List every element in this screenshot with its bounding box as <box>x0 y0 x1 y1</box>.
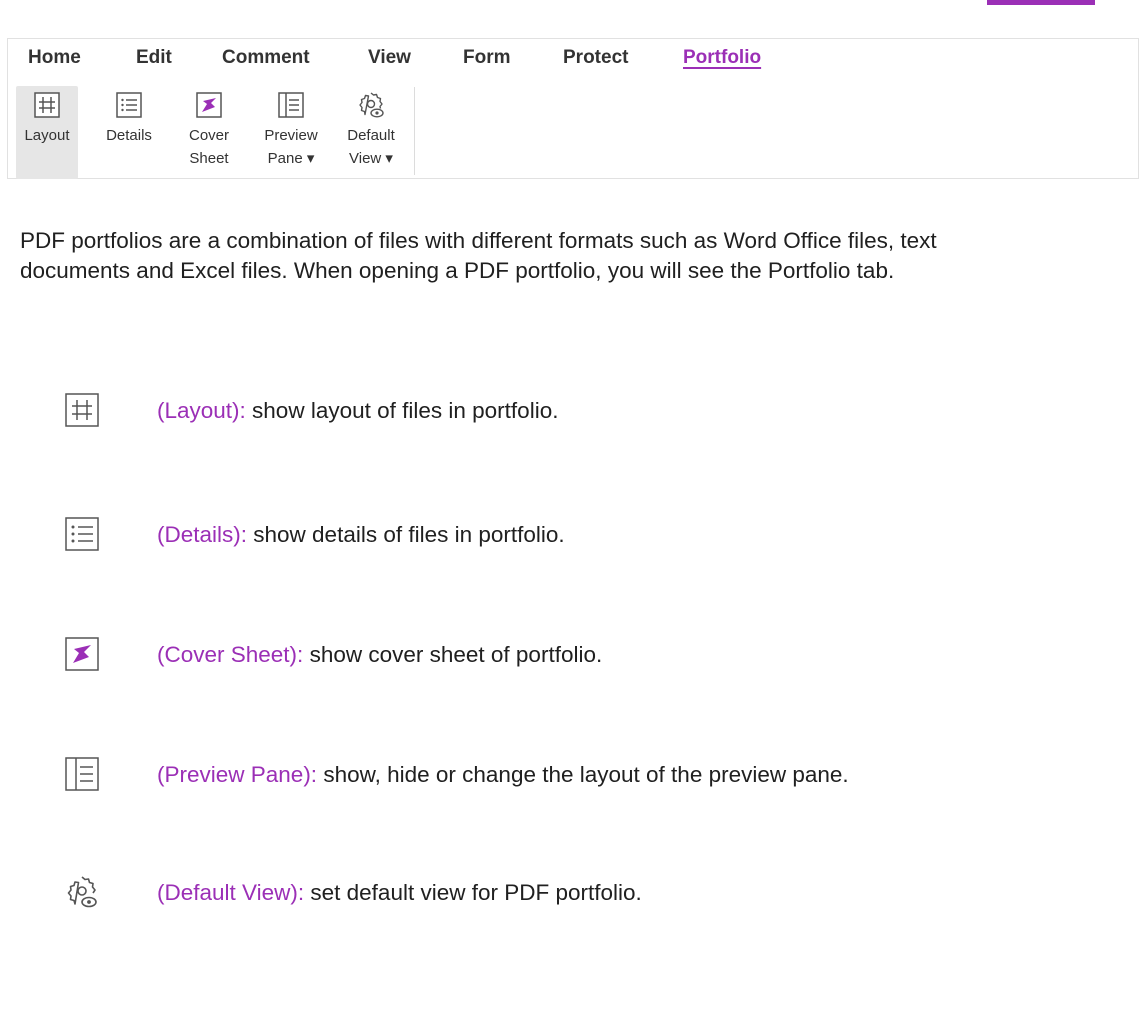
preview-pane-icon <box>278 92 304 118</box>
details-label: Details <box>106 127 152 144</box>
default-view-label: Default View ▾ <box>347 127 395 167</box>
ribbon-tabs: Home Edit Comment View Form Protect Port… <box>8 39 1138 81</box>
cover-sheet-label: Cover Sheet <box>188 127 229 167</box>
tab-home[interactable]: Home <box>28 47 81 69</box>
tab-protect[interactable]: Protect <box>563 47 628 69</box>
term-description: show details of files in portfolio. <box>247 522 565 547</box>
list-item-text: (Preview Pane): show, hide or change the… <box>157 760 849 790</box>
list-item-text: (Details): show details of files in port… <box>157 520 565 550</box>
tab-portfolio[interactable]: Portfolio <box>683 47 761 69</box>
default-view-button[interactable]: Default View ▾ <box>338 86 404 179</box>
term-description: show cover sheet of portfolio. <box>303 642 603 667</box>
term-label: (Default View): <box>157 880 305 905</box>
term-label: (Preview Pane): <box>157 762 318 787</box>
list-item-text: (Default View): set default view for PDF… <box>157 878 642 908</box>
tab-view[interactable]: View <box>368 47 411 69</box>
default-view-gear-icon <box>67 876 97 908</box>
term-description: show, hide or change the layout of the p… <box>317 762 849 787</box>
list-item-text: (Layout): show layout of files in portfo… <box>157 396 558 426</box>
cover-sheet-button[interactable]: Cover Sheet <box>178 86 240 179</box>
default-view-gear-icon <box>359 92 384 118</box>
details-list-icon <box>65 517 99 551</box>
preview-pane-button[interactable]: Preview Pane ▾ <box>254 86 328 179</box>
term-description: set default view for PDF portfolio. <box>304 880 642 905</box>
top-accent-bar <box>987 0 1095 5</box>
group-separator <box>414 87 415 175</box>
term-description: show layout of files in portfolio. <box>245 398 559 423</box>
layout-button[interactable]: Layout <box>16 86 78 179</box>
term-label: (Layout): <box>157 398 246 423</box>
list-item-cover-sheet: (Cover Sheet): show cover sheet of portf… <box>62 636 1062 676</box>
details-list-icon <box>116 92 142 118</box>
ribbon-tool-group: Layout Details Cover Sheet Preview Pane … <box>8 83 428 179</box>
tab-edit[interactable]: Edit <box>136 47 172 69</box>
layout-grid-icon <box>34 92 60 118</box>
term-label: (Cover Sheet): <box>157 642 304 667</box>
list-item-text: (Cover Sheet): show cover sheet of portf… <box>157 640 602 670</box>
tab-form[interactable]: Form <box>463 47 511 69</box>
layout-label: Layout <box>24 127 70 144</box>
cover-sheet-icon <box>65 637 99 671</box>
list-item-preview-pane: (Preview Pane): show, hide or change the… <box>62 756 1062 796</box>
cover-sheet-icon <box>196 92 222 118</box>
layout-grid-icon <box>65 393 99 427</box>
tab-comment[interactable]: Comment <box>222 47 310 69</box>
ribbon-toolbar: Home Edit Comment View Form Protect Port… <box>7 38 1139 179</box>
preview-pane-label: Preview Pane ▾ <box>264 127 318 167</box>
preview-pane-icon <box>65 757 99 791</box>
list-item-details: (Details): show details of files in port… <box>62 516 1062 556</box>
intro-paragraph: PDF portfolios are a combination of file… <box>20 228 937 283</box>
details-button[interactable]: Details <box>96 86 162 179</box>
term-label: (Details): <box>157 522 248 547</box>
list-item-default-view: (Default View): set default view for PDF… <box>62 874 1062 914</box>
list-item-layout: (Layout): show layout of files in portfo… <box>62 392 1062 432</box>
